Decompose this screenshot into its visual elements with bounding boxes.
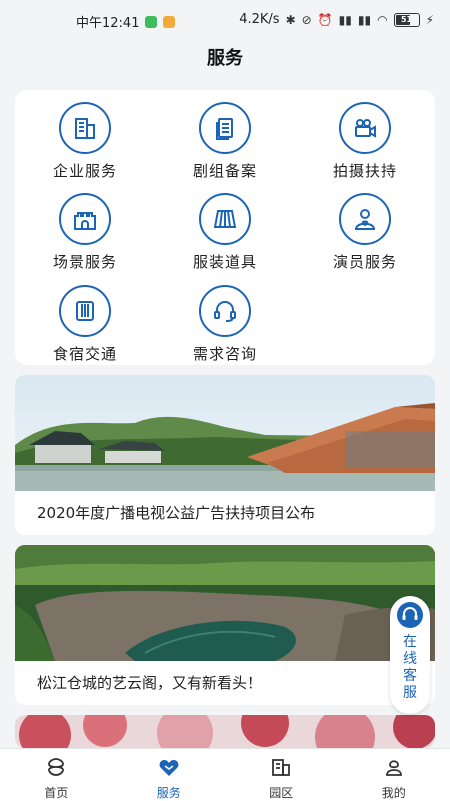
nav-item-home[interactable]: 首页 xyxy=(0,749,113,801)
service-label: 服装道具 xyxy=(170,251,280,272)
cs-char: 在 xyxy=(390,634,430,651)
battery-icon: 51 xyxy=(394,13,420,27)
nav-label: 园区 xyxy=(225,784,338,801)
service-filming-support[interactable]: 拍摄扶持 xyxy=(310,102,420,181)
news-title: 2020年度广播电视公益广告扶持项目公布 xyxy=(15,491,435,535)
nav-item-service[interactable]: 服务 xyxy=(113,749,226,801)
service-label: 拍摄扶持 xyxy=(310,160,420,181)
wechat-icon xyxy=(145,16,157,28)
news-image-quarry xyxy=(15,545,435,661)
bottom-nav: 首页 服务 园区 我的 xyxy=(0,748,450,801)
service-costume-props[interactable]: 服装道具 xyxy=(170,193,280,272)
services-card: 企业服务 剧组备案 拍摄扶持 场景服务 xyxy=(15,90,435,365)
profile-icon xyxy=(382,755,406,779)
service-lodging-transport[interactable]: 食宿交通 xyxy=(30,285,140,364)
document-icon xyxy=(199,102,251,154)
service-scene[interactable]: 场景服务 xyxy=(30,193,140,272)
page-title: 服务 xyxy=(0,44,450,70)
cs-char: 线 xyxy=(390,651,430,668)
news-image-pavilion xyxy=(15,375,435,491)
customer-service-icon xyxy=(395,600,425,630)
camera-icon xyxy=(339,102,391,154)
wifi-icon: ◠ xyxy=(377,13,387,27)
nav-item-profile[interactable]: 我的 xyxy=(338,749,450,801)
service-label: 演员服务 xyxy=(310,251,420,272)
service-label: 企业服务 xyxy=(30,160,140,181)
status-time: 中午12:41 xyxy=(76,12,139,31)
news-title: 松江仓城的艺云阁，又有新看头！ xyxy=(15,661,435,705)
cs-char: 服 xyxy=(390,685,430,702)
home-icon xyxy=(44,755,68,779)
mute-icon: ⊘ xyxy=(302,13,312,27)
status-bar: 中午12:41 4.2K/s ✱ ⊘ ⏰ ▮▮ ▮▮ ◠ 51 ⚡ xyxy=(0,0,450,40)
service-heart-icon xyxy=(157,755,181,779)
building-icon xyxy=(59,102,111,154)
actor-icon xyxy=(339,193,391,245)
news-image-foliage xyxy=(15,715,435,748)
nav-label: 服务 xyxy=(113,784,226,801)
news-card[interactable]: 松江仓城的艺云阁，又有新看头！ xyxy=(15,545,435,705)
costume-icon xyxy=(199,193,251,245)
bus-icon xyxy=(59,285,111,337)
service-label: 场景服务 xyxy=(30,251,140,272)
cs-char: 客 xyxy=(390,668,430,685)
message-icon xyxy=(163,16,175,28)
service-consulting[interactable]: 需求咨询 xyxy=(170,285,280,364)
park-icon xyxy=(269,755,293,779)
alarm-icon: ⏰ xyxy=(318,13,333,27)
charging-icon: ⚡ xyxy=(426,13,434,27)
signal2-icon: ▮▮ xyxy=(358,13,371,27)
castle-icon xyxy=(59,193,111,245)
news-card[interactable]: 2020年度广播电视公益广告扶持项目公布 xyxy=(15,375,435,535)
signal-icon: ▮▮ xyxy=(339,13,352,27)
bluetooth-icon: ✱ xyxy=(286,13,296,27)
nav-label: 首页 xyxy=(0,784,113,801)
service-label: 食宿交通 xyxy=(30,343,140,364)
online-customer-service-button[interactable]: 在 线 客 服 xyxy=(390,596,430,714)
service-crew-filing[interactable]: 剧组备案 xyxy=(170,102,280,181)
network-speed: 4.2K/s xyxy=(239,12,279,27)
service-label: 需求咨询 xyxy=(170,343,280,364)
nav-label: 我的 xyxy=(338,784,450,801)
service-actor[interactable]: 演员服务 xyxy=(310,193,420,272)
service-label: 剧组备案 xyxy=(170,160,280,181)
nav-item-park[interactable]: 园区 xyxy=(225,749,338,801)
headset-icon xyxy=(199,285,251,337)
service-enterprise[interactable]: 企业服务 xyxy=(30,102,140,181)
news-card[interactable] xyxy=(15,715,435,748)
